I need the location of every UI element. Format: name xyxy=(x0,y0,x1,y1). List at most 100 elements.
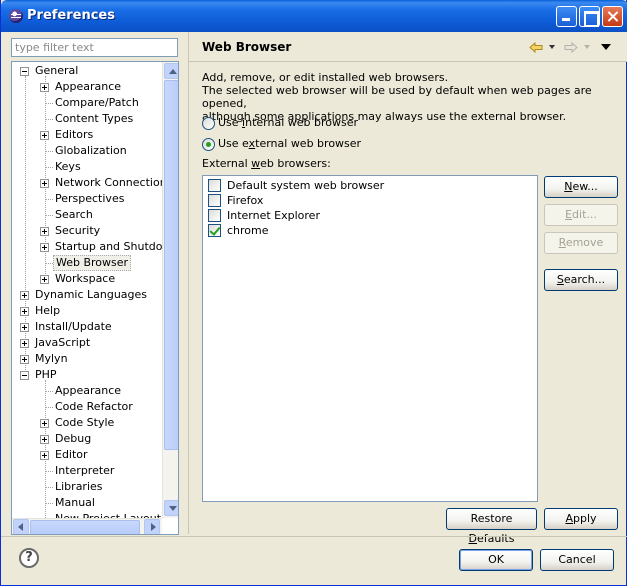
tree-item[interactable]: Search xyxy=(12,207,162,223)
expand-plus-icon[interactable] xyxy=(20,323,29,332)
tree-item[interactable]: Editor xyxy=(12,447,162,463)
expand-plus-icon[interactable] xyxy=(20,339,29,348)
tree-connector xyxy=(45,503,53,504)
tree-item[interactable]: Appearance xyxy=(12,383,162,399)
radio-external-indicator[interactable] xyxy=(202,138,215,151)
description-line: The selected web browser will be used by… xyxy=(202,84,592,110)
tree-item[interactable]: Security xyxy=(12,223,162,239)
tree-horizontal-scrollbar[interactable] xyxy=(12,518,162,534)
preferences-tree: General Appearance Compare/Patch Content Ty… xyxy=(11,61,179,535)
tree-item[interactable]: Keys xyxy=(12,159,162,175)
tree-item-label: Perspectives xyxy=(55,192,125,205)
title-bar[interactable]: Preferences xyxy=(1,0,627,32)
browser-list: Default system web browser Firefox Interne… xyxy=(202,175,538,502)
maximize-button[interactable] xyxy=(579,6,600,27)
minimize-button[interactable] xyxy=(556,6,577,27)
tree-connector xyxy=(45,151,53,152)
tree-vertical-scrollbar[interactable] xyxy=(162,62,178,518)
tree-item[interactable]: Workspace xyxy=(12,271,162,287)
radio-internal-indicator[interactable] xyxy=(202,117,215,130)
expand-plus-icon[interactable] xyxy=(40,451,49,460)
radio-external-label: Use external web browser xyxy=(218,137,362,150)
tree-item-label: New Project Layout xyxy=(53,511,162,518)
browser-name: Internet Explorer xyxy=(227,209,320,222)
close-icon xyxy=(603,7,622,26)
help-icon[interactable]: ? xyxy=(19,548,39,568)
collapse-minus-icon[interactable] xyxy=(20,371,29,380)
tree-item[interactable]: Interpreter xyxy=(12,463,162,479)
browser-checkbox[interactable] xyxy=(208,194,221,207)
tree-item[interactable]: Compare/Patch xyxy=(12,95,162,111)
browser-checkbox[interactable] xyxy=(208,224,221,237)
tree-item[interactable]: Manual xyxy=(12,495,162,511)
expand-plus-icon[interactable] xyxy=(40,275,49,284)
tree-item-label: Help xyxy=(35,304,61,317)
filter-input[interactable] xyxy=(11,38,178,57)
apply-button[interactable]: Apply xyxy=(544,508,618,530)
tree-connector xyxy=(45,471,53,472)
search-button[interactable]: Search... xyxy=(544,269,618,291)
tree-item[interactable]: Appearance xyxy=(12,79,162,95)
back-arrow-icon[interactable] xyxy=(529,42,543,53)
tree-connector xyxy=(45,391,53,392)
tree-item[interactable]: PHP xyxy=(12,367,162,383)
tree-item[interactable]: JavaScript xyxy=(12,335,162,351)
tree-item[interactable]: Install/Update xyxy=(12,319,162,335)
expand-plus-icon[interactable] xyxy=(20,307,29,316)
restore-defaults-button[interactable]: Restore Defaults xyxy=(446,508,537,545)
browser-checkbox[interactable] xyxy=(208,209,221,222)
tree-connector xyxy=(45,199,53,200)
expand-plus-icon[interactable] xyxy=(20,291,29,300)
scroll-left-button[interactable] xyxy=(13,519,29,534)
expand-plus-icon[interactable] xyxy=(40,179,49,188)
tree-item[interactable]: Mylyn xyxy=(12,351,162,367)
page-title: Web Browser xyxy=(202,40,292,54)
remove-button[interactable]: Remove xyxy=(544,232,618,254)
expand-plus-icon[interactable] xyxy=(40,419,49,428)
expand-plus-icon[interactable] xyxy=(40,83,49,92)
tree-item[interactable]: Debug xyxy=(12,431,162,447)
tree-item[interactable]: Perspectives xyxy=(12,191,162,207)
expand-plus-icon[interactable] xyxy=(40,131,49,140)
collapse-minus-icon[interactable] xyxy=(20,67,29,76)
tree-item[interactable]: Network Connections xyxy=(12,175,162,191)
new-button[interactable]: New... xyxy=(544,176,618,198)
ok-button[interactable]: OK xyxy=(459,549,533,571)
tree-item[interactable]: Content Types xyxy=(12,111,162,127)
expand-plus-icon[interactable] xyxy=(40,243,49,252)
tree-item[interactable]: Dynamic Languages xyxy=(12,287,162,303)
tree-item-label: Search xyxy=(55,208,93,221)
expand-plus-icon[interactable] xyxy=(40,227,49,236)
expand-plus-icon[interactable] xyxy=(20,355,29,364)
horizontal-scroll-thumb[interactable] xyxy=(30,520,140,534)
scroll-up-button[interactable] xyxy=(164,63,178,79)
view-menu-icon[interactable] xyxy=(601,44,611,50)
back-dropdown-icon[interactable] xyxy=(549,45,555,49)
browser-name: Default system web browser xyxy=(227,179,385,192)
tree-item[interactable]: Editors xyxy=(12,127,162,143)
tree-item[interactable]: General xyxy=(12,63,162,79)
tree-item[interactable]: Libraries xyxy=(12,479,162,495)
tree-item-label: Workspace xyxy=(55,272,116,285)
expand-plus-icon[interactable] xyxy=(40,435,49,444)
tree-item-label: Network Connections xyxy=(55,176,162,189)
edit-button[interactable]: Edit... xyxy=(544,204,618,226)
tree-item[interactable]: Globalization xyxy=(12,143,162,159)
radio-internal-label: Use internal web browser xyxy=(218,116,359,129)
tree-item[interactable]: Startup and Shutdown xyxy=(12,239,162,255)
scroll-thumb[interactable] xyxy=(164,80,178,450)
panel-sash[interactable] xyxy=(188,32,189,534)
tree-item[interactable]: New Project Layout xyxy=(12,511,162,518)
tree-connector xyxy=(45,263,53,264)
chevron-right-icon xyxy=(151,523,156,531)
tree-item[interactable]: Web Browser xyxy=(12,255,162,271)
scroll-down-button[interactable] xyxy=(164,500,178,516)
close-button[interactable] xyxy=(602,6,623,27)
browser-checkbox[interactable] xyxy=(208,179,221,192)
tree-item[interactable]: Code Style xyxy=(12,415,162,431)
forward-arrow-icon[interactable] xyxy=(564,42,578,53)
cancel-button[interactable]: Cancel xyxy=(540,549,614,571)
tree-item[interactable]: Help xyxy=(12,303,162,319)
scroll-right-button[interactable] xyxy=(144,519,160,534)
tree-item[interactable]: Code Refactor xyxy=(12,399,162,415)
